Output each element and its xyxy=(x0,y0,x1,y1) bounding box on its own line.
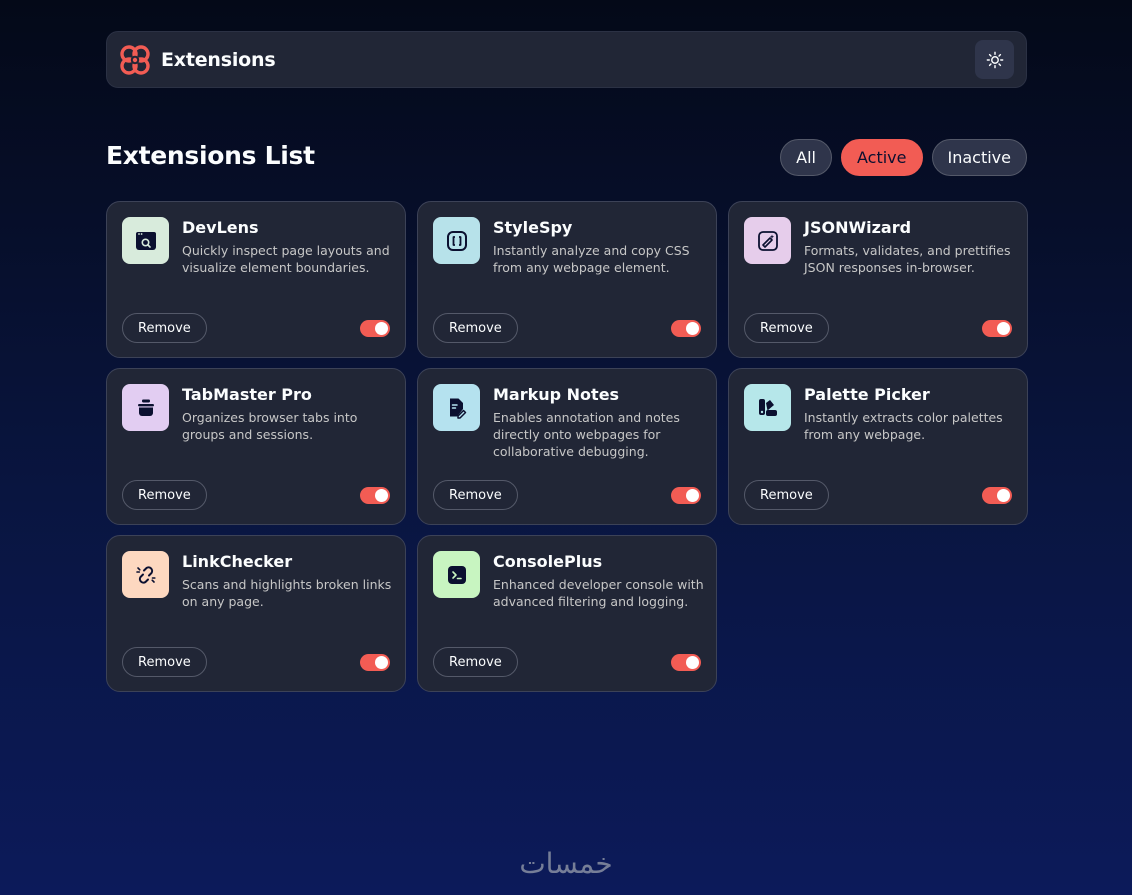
remove-button[interactable]: Remove xyxy=(122,313,207,343)
search-window-icon xyxy=(135,231,156,250)
extension-icon-tile xyxy=(122,551,169,598)
toggle-knob xyxy=(686,655,699,669)
watermark-text: خمسات xyxy=(519,847,612,880)
extension-card-jsonwizard: JSONWizard Formats, validates, and prett… xyxy=(728,201,1028,358)
note-pen-icon xyxy=(449,398,466,419)
brackets-icon xyxy=(446,230,467,251)
extension-icon-tile xyxy=(744,217,791,264)
toggle-knob xyxy=(997,321,1010,335)
remove-button[interactable]: Remove xyxy=(122,647,207,677)
sun-icon xyxy=(986,51,1003,68)
remove-button[interactable]: Remove xyxy=(433,647,518,677)
remove-button[interactable]: Remove xyxy=(433,480,518,510)
extension-card-markup-notes: Markup Notes Enables annotation and note… xyxy=(417,368,717,525)
toggle-knob xyxy=(375,655,388,669)
toggle-knob xyxy=(686,321,699,335)
filter-group: All Active Inactive xyxy=(780,139,1027,176)
enable-toggle[interactable] xyxy=(671,653,701,671)
extension-name: ConsolePlus xyxy=(493,552,603,571)
extension-description: Organizes browser tabs into groups and s… xyxy=(182,410,358,442)
extension-icon-tile xyxy=(744,384,791,431)
toggle-knob xyxy=(997,488,1010,502)
extension-description: Enables annotation and notes directly on… xyxy=(493,410,680,459)
wand-icon xyxy=(757,230,778,251)
watermark-logotype: خمسات xyxy=(519,847,612,880)
extension-description: Scans and highlights broken links on any… xyxy=(182,577,392,609)
remove-button[interactable]: Remove xyxy=(122,480,207,510)
extension-description: Formats, validates, and prettifies JSON … xyxy=(804,243,1011,275)
enable-toggle[interactable] xyxy=(982,486,1012,504)
app-header: Extensions xyxy=(106,31,1027,88)
extension-card-stylespy: StyleSpy Instantly analyze and copy CSS … xyxy=(417,201,717,358)
remove-button[interactable]: Remove xyxy=(433,313,518,343)
palette-icon xyxy=(758,398,777,416)
extensions-logo-icon xyxy=(120,44,150,75)
enable-toggle[interactable] xyxy=(360,653,390,671)
enable-toggle[interactable] xyxy=(671,486,701,504)
extension-description: Enhanced developer console with advanced… xyxy=(493,577,704,609)
app-name: Extensions xyxy=(161,48,276,71)
extension-name: DevLens xyxy=(182,218,259,237)
terminal-icon xyxy=(447,565,466,584)
enable-toggle[interactable] xyxy=(982,319,1012,337)
extension-description: Quickly inspect page layouts and visuali… xyxy=(182,243,390,275)
extension-card-devlens: DevLens Quickly inspect page layouts and… xyxy=(106,201,406,358)
extension-name: JSONWizard xyxy=(804,218,912,237)
extension-name: TabMaster Pro xyxy=(182,385,312,404)
remove-button[interactable]: Remove xyxy=(744,313,829,343)
enable-toggle[interactable] xyxy=(671,319,701,337)
filter-all-button[interactable]: All xyxy=(780,139,832,176)
extension-description: Instantly analyze and copy CSS from any … xyxy=(493,243,690,275)
page-title: Extensions List xyxy=(106,141,315,170)
extension-icon-tile xyxy=(433,217,480,264)
extension-icon-tile xyxy=(433,384,480,431)
extension-name: LinkChecker xyxy=(182,552,293,571)
extension-description: Instantly extracts color palettes from a… xyxy=(804,410,1003,442)
extension-card-palette-picker: Palette Picker Instantly extracts color … xyxy=(728,368,1028,525)
extension-name: StyleSpy xyxy=(493,218,573,237)
extension-name: Palette Picker xyxy=(804,385,930,404)
enable-toggle[interactable] xyxy=(360,486,390,504)
toggle-knob xyxy=(375,321,388,335)
enable-toggle[interactable] xyxy=(360,319,390,337)
tab-stack-icon xyxy=(137,399,154,416)
toggle-knob xyxy=(686,488,699,502)
extension-name: Markup Notes xyxy=(493,385,620,404)
extension-icon-tile xyxy=(122,217,169,264)
filter-active-button[interactable]: Active xyxy=(841,139,923,176)
extension-card-tabmaster-pro: TabMaster Pro Organizes browser tabs int… xyxy=(106,368,406,525)
filter-inactive-button[interactable]: Inactive xyxy=(931,139,1027,176)
extension-icon-tile xyxy=(122,384,169,431)
extension-card-linkchecker: LinkChecker Scans and highlights broken … xyxy=(106,535,406,692)
theme-toggle-button[interactable] xyxy=(975,40,1014,79)
extension-card-consoleplus: ConsolePlus Enhanced developer console w… xyxy=(417,535,717,692)
extension-icon-tile xyxy=(433,551,480,598)
brand: Extensions xyxy=(118,43,276,77)
extensions-grid: DevLens Quickly inspect page layouts and… xyxy=(106,201,1028,692)
broken-link-icon xyxy=(135,565,156,584)
toggle-knob xyxy=(375,488,388,502)
khamsat-watermark-logo: خمسات xyxy=(496,845,636,885)
remove-button[interactable]: Remove xyxy=(744,480,829,510)
